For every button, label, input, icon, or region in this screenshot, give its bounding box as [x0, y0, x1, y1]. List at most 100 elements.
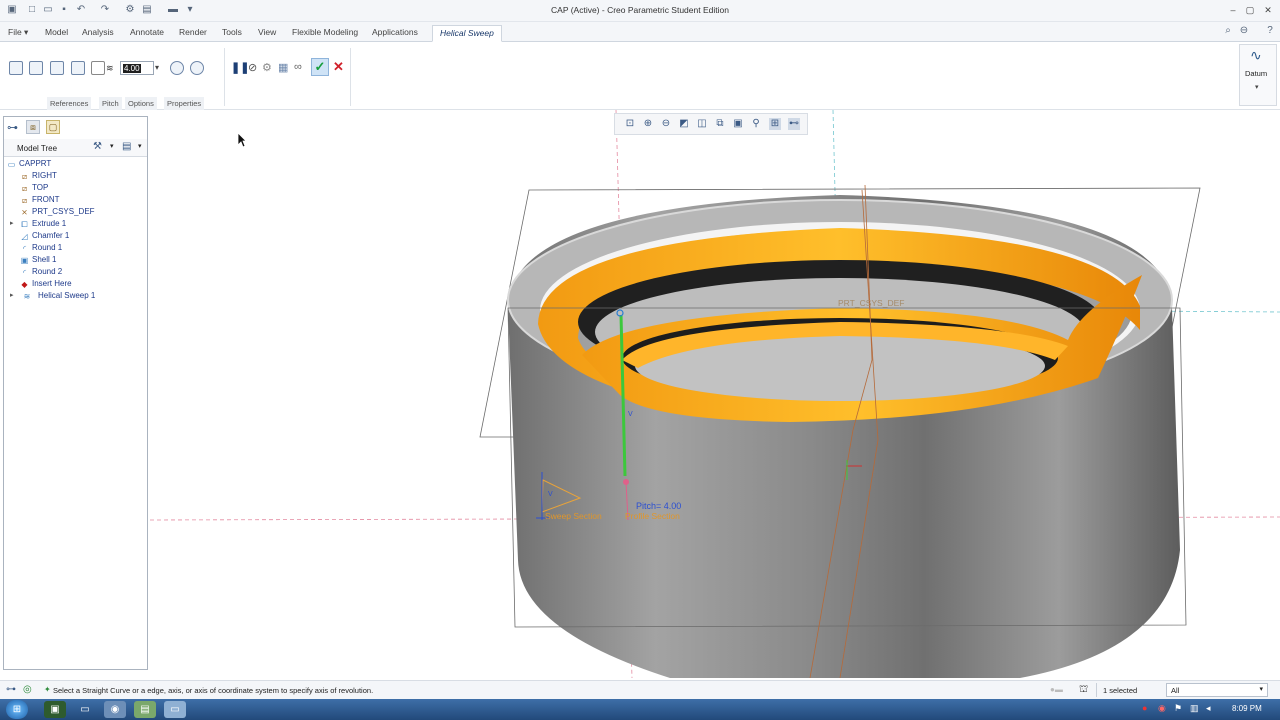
sweep-section-label[interactable]: Sweep Section — [545, 511, 602, 521]
confirm-button[interactable]: ✓ — [311, 58, 329, 76]
tab-analysis[interactable]: Analysis — [82, 27, 114, 37]
favorites-icon[interactable]: ▢ — [46, 120, 60, 134]
tab-helical-sweep[interactable]: Helical Sweep — [432, 25, 502, 42]
glasses-icon[interactable]: ∞ — [294, 61, 302, 73]
tree-item-top[interactable]: ⧄ TOP — [4, 183, 144, 195]
graphics-viewport[interactable]: PRT_CSYS_DEF V V Pitch= 4.00 Sweep Secti… — [150, 110, 1280, 678]
tree-item-front[interactable]: ⧄ FRONT — [4, 195, 144, 207]
view-manager-icon[interactable]: ▣ — [732, 118, 744, 130]
round-icon: ◜ — [22, 268, 27, 277]
tree-item-capprt[interactable]: ▭ CAPPRT — [4, 159, 144, 171]
tab-model[interactable]: Model — [45, 27, 68, 37]
filter-dropdown[interactable]: All ▾ — [1166, 683, 1268, 697]
tab-render[interactable]: Render — [179, 27, 207, 37]
subtab-references[interactable]: References — [47, 97, 92, 110]
right-handed-icon[interactable] — [170, 61, 184, 75]
pause-icon[interactable]: ❚❚ — [231, 61, 249, 74]
repaint-icon[interactable]: ◩ — [678, 118, 690, 130]
perspective-icon[interactable]: ⚲ — [750, 118, 762, 130]
shell-icon: ▣ — [20, 256, 29, 265]
preview-icon[interactable]: ⚙ — [262, 61, 272, 74]
taskbar-clock[interactable]: 8:09 PM — [1232, 704, 1262, 713]
profile-section-label[interactable]: Profile Section — [625, 511, 680, 521]
tray-network-icon[interactable]: ▥ — [1190, 703, 1199, 714]
help-icon[interactable]: ? — [1264, 25, 1276, 37]
selection-filter-icon[interactable]: ⛫ — [1079, 684, 1088, 697]
saved-orientations-icon[interactable]: ⧉ — [714, 118, 726, 130]
tab-flexible-modeling[interactable]: Flexible Modeling — [292, 27, 358, 37]
tray-flag-icon[interactable]: ⚑ — [1174, 703, 1182, 714]
display-style-icon[interactable]: ◫ — [696, 118, 708, 130]
tree-settings-dropdown-icon[interactable]: ▾ — [110, 142, 114, 150]
remove-material-icon[interactable] — [71, 61, 85, 75]
tree-settings-icon[interactable]: ⚒ — [93, 141, 102, 152]
tree-item-shell-1[interactable]: ▣ Shell 1 — [4, 255, 144, 267]
taskbar-folder-icon[interactable]: ▭ — [164, 701, 186, 718]
insert-arrow-icon: ◆ — [21, 280, 28, 289]
datum-display-icon[interactable]: ⊞ — [769, 118, 781, 130]
thicken-icon[interactable] — [91, 61, 105, 75]
close-button[interactable]: ✕ — [1261, 3, 1275, 17]
tree-item-round-2[interactable]: ◜ Round 2 — [4, 267, 144, 279]
browser-toggle-icon[interactable]: ◎ — [23, 684, 32, 695]
taskbar-creo-icon[interactable]: ▤ — [134, 701, 156, 718]
tab-tools[interactable]: Tools — [222, 27, 242, 37]
expand-icon[interactable]: ▸ — [10, 291, 14, 299]
left-handed-icon[interactable] — [190, 61, 204, 75]
cancel-button[interactable]: ✕ — [333, 59, 344, 75]
axis-v-label: V — [628, 411, 633, 418]
tab-view[interactable]: View — [258, 27, 276, 37]
navigator-toggle-icon[interactable]: ⊶ — [6, 684, 16, 695]
show-icon[interactable]: ▤ — [122, 141, 131, 152]
csys-label: PRT_CSYS_DEF — [838, 298, 905, 308]
pitch-dimension-label[interactable]: Pitch= 4.00 — [636, 501, 681, 511]
model-tree-tab-icon[interactable]: ⊶ — [7, 121, 18, 134]
start-button-icon[interactable]: ⊞ — [6, 700, 28, 719]
datum-group[interactable]: ∿ Datum ▾ — [1239, 44, 1277, 106]
refit-icon[interactable]: ⊡ — [624, 118, 636, 130]
zoom-in-icon[interactable]: ⊕ — [642, 118, 654, 130]
annotation-display-icon[interactable]: ⊷ — [788, 118, 800, 130]
show-dropdown-icon[interactable]: ▾ — [138, 142, 142, 150]
expand-icon[interactable]: ▸ — [10, 219, 14, 227]
maximize-button[interactable]: ▢ — [1243, 3, 1257, 17]
folder-browser-icon[interactable]: ⧈ — [26, 120, 40, 134]
tree-item-helical-sweep-1[interactable]: ▸ ≋ Helical Sweep 1 — [4, 291, 144, 303]
pitch-value-field[interactable]: 4.00 — [120, 61, 154, 75]
minimize-button[interactable]: – — [1226, 3, 1240, 17]
subtab-properties[interactable]: Properties — [164, 97, 205, 110]
tab-applications[interactable]: Applications — [372, 27, 418, 37]
tree-item-round-1[interactable]: ◜ Round 1 — [4, 243, 144, 255]
tree-item-insert-here[interactable]: ◆ Insert Here — [4, 279, 144, 291]
subtab-options[interactable]: Options — [125, 97, 157, 110]
tree-item-label: CAPPRT — [19, 159, 52, 168]
solid-icon[interactable] — [9, 61, 23, 75]
tray-volume-icon[interactable]: ◂ — [1206, 703, 1211, 714]
options-icon[interactable]: ⊖ — [1238, 25, 1250, 37]
tree-item-chamfer-1[interactable]: ◿ Chamfer 1 — [4, 231, 144, 243]
datum-dropdown-icon: ▾ — [1255, 84, 1259, 91]
progress-indicator-icon: ●▬ — [1050, 685, 1063, 694]
tree-item-extrude-1[interactable]: ▸ ⧠ Extrude 1 — [4, 219, 144, 231]
pitch-dropdown-icon[interactable]: ▾ — [155, 63, 159, 72]
tree-item-label: Chamfer 1 — [32, 231, 70, 240]
search-icon[interactable]: ⌕ — [1222, 25, 1234, 37]
taskbar-chrome-icon[interactable]: ◉ — [104, 701, 126, 718]
no-preview-icon[interactable]: ⊘ — [248, 61, 257, 74]
sketch-icon[interactable] — [50, 61, 64, 75]
taskbar-explorer-icon[interactable]: ▭ — [74, 701, 96, 718]
tray-record-icon[interactable]: ● — [1142, 703, 1147, 713]
ribbon-tabs: File ▾ Model Analysis Annotate Render To… — [0, 22, 1280, 42]
tab-file[interactable]: File ▾ — [8, 27, 28, 38]
verify-icon[interactable]: ▦ — [278, 61, 288, 74]
tray-app-icon[interactable]: ◉ — [1158, 703, 1166, 714]
surface-icon[interactable] — [29, 61, 43, 75]
tree-item-prt-csys-def[interactable]: ⨯ PRT_CSYS_DEF — [4, 207, 144, 219]
selected-count[interactable]: 1 selected — [1096, 683, 1158, 697]
tab-annotate[interactable]: Annotate — [130, 27, 164, 37]
tree-item-right[interactable]: ⧄ RIGHT — [4, 171, 144, 183]
subtab-pitch[interactable]: Pitch — [99, 97, 122, 110]
zoom-out-icon[interactable]: ⊖ — [660, 118, 672, 130]
taskbar-terminal-icon[interactable]: ▣ — [44, 701, 66, 718]
datum-label: Datum — [1245, 69, 1268, 78]
